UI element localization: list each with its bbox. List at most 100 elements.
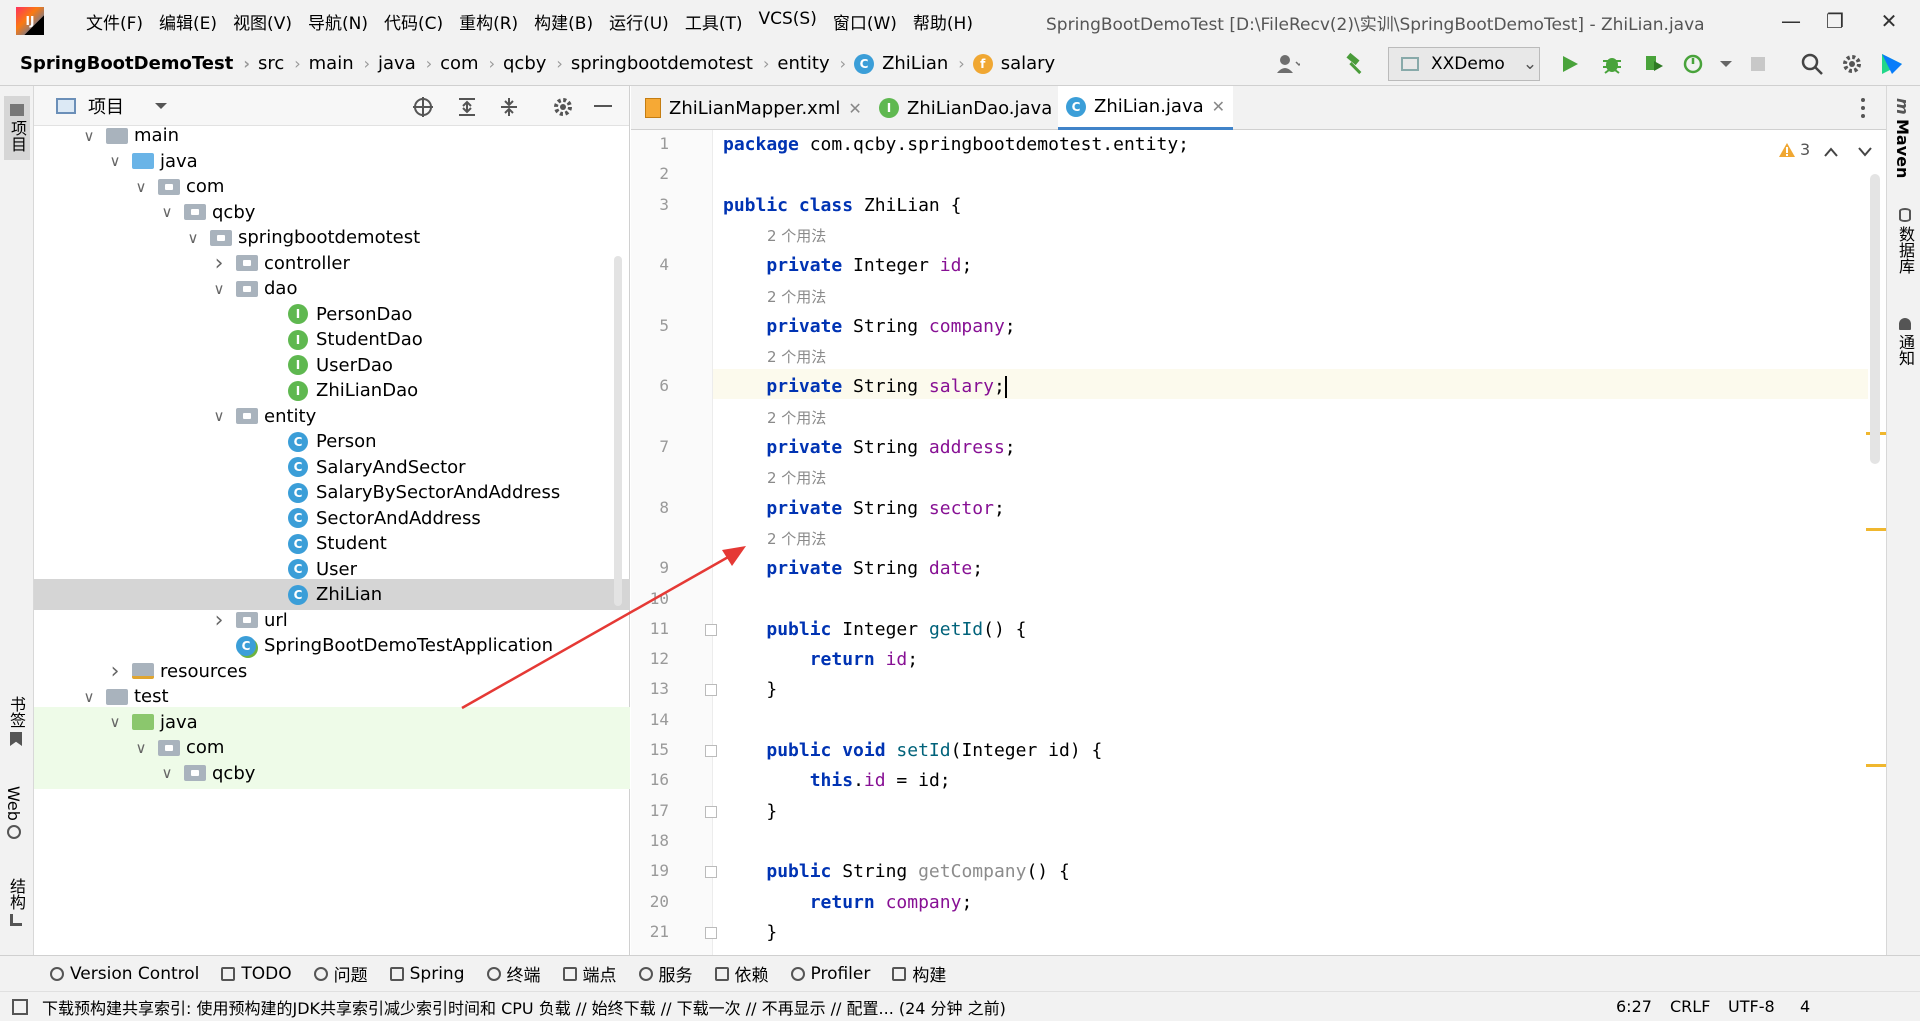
chevron-right-icon[interactable]: ›: [106, 659, 124, 684]
tool-window-button[interactable]: Profiler: [790, 964, 870, 984]
menu-item[interactable]: 帮助(H): [913, 9, 973, 34]
file-encoding[interactable]: UTF-8: [1728, 997, 1775, 1016]
chevron-down-icon[interactable]: ∨: [184, 229, 202, 247]
menu-item[interactable]: VCS(S): [758, 9, 816, 34]
menu-item[interactable]: 构建(B): [534, 9, 593, 34]
breadcrumb-item[interactable]: springbootdemotest ›: [571, 53, 778, 74]
chevron-down-icon[interactable]: ∨: [210, 407, 228, 425]
indent-setting[interactable]: 4: [1800, 997, 1810, 1016]
menu-item[interactable]: 文件(F): [86, 9, 143, 34]
close-tab-icon[interactable]: ✕: [1212, 97, 1225, 116]
more-run-chevron-icon[interactable]: [1714, 52, 1738, 76]
close-tab-icon[interactable]: ✕: [848, 99, 861, 118]
chevron-right-icon[interactable]: ›: [210, 251, 228, 276]
tab-notifications[interactable]: 通知: [1893, 318, 1917, 366]
chevron-down-icon[interactable]: ∨: [158, 203, 176, 221]
warning-marker[interactable]: [1866, 528, 1886, 531]
menu-item[interactable]: 导航(N): [308, 9, 368, 34]
code-line[interactable]: private String sector;: [723, 494, 1004, 524]
build-hammer-icon[interactable]: [1344, 52, 1368, 76]
code-line[interactable]: }: [723, 797, 777, 827]
editor-scrollbar[interactable]: [1870, 174, 1880, 464]
breadcrumb-field[interactable]: f salary: [972, 53, 1055, 74]
tool-window-button[interactable]: Version Control: [50, 964, 199, 984]
menu-item[interactable]: 窗口(W): [833, 9, 897, 34]
chevron-down-icon[interactable]: ∨: [132, 739, 150, 757]
chevron-down-icon[interactable]: ∨: [80, 127, 98, 145]
usage-hint[interactable]: 2 个用法: [767, 221, 826, 251]
code-line[interactable]: return company;: [723, 888, 973, 918]
tool-window-button[interactable]: 终端: [486, 961, 541, 986]
usage-hint[interactable]: 2 个用法: [767, 463, 826, 493]
usage-hint[interactable]: 2 个用法: [767, 282, 826, 312]
tool-window-button[interactable]: 问题: [313, 961, 368, 986]
menu-item[interactable]: 重构(R): [459, 9, 518, 34]
code-line[interactable]: package com.qcby.springbootdemotest.enti…: [723, 130, 1189, 160]
project-scrollbar[interactable]: [614, 256, 622, 606]
breadcrumb-item[interactable]: com ›: [440, 53, 503, 74]
breadcrumb-item[interactable]: src ›: [258, 53, 309, 74]
minimize-icon[interactable]: —: [1766, 4, 1816, 38]
code-line[interactable]: }: [723, 918, 777, 948]
code-editor[interactable]: package com.qcby.springbootdemotest.enti…: [713, 130, 1868, 955]
code-line[interactable]: }: [723, 675, 777, 705]
jetbrains-toolbox-icon[interactable]: [1880, 52, 1904, 76]
coverage-icon[interactable]: [1642, 52, 1666, 76]
breadcrumb-item[interactable]: java ›: [378, 53, 440, 74]
tab-bookmarks[interactable]: 书签: [4, 696, 28, 746]
tab-maven[interactable]: m Maven: [1893, 98, 1912, 178]
view-dropdown-icon[interactable]: [154, 95, 168, 116]
search-icon[interactable]: [1800, 52, 1824, 76]
breadcrumb-item[interactable]: qcby ›: [503, 53, 571, 74]
line-separator[interactable]: CRLF: [1670, 997, 1710, 1016]
chevron-down-icon[interactable]: ∨: [80, 688, 98, 706]
code-line[interactable]: private String address;: [723, 433, 1015, 463]
previous-highlight-icon[interactable]: [1824, 141, 1838, 162]
code-line[interactable]: public Integer getId() {: [723, 615, 1026, 645]
user-icon[interactable]: [1276, 52, 1300, 76]
breadcrumb-class[interactable]: C ZhiLian ›: [854, 53, 973, 74]
hide-panel-icon[interactable]: [594, 105, 612, 107]
profile-icon[interactable]: [1682, 52, 1706, 76]
code-line[interactable]: public String getCompany() {: [723, 857, 1069, 887]
tree-row[interactable]: ∨ qcby: [34, 757, 630, 789]
tab-structure[interactable]: 结构: [4, 878, 28, 926]
warning-marker[interactable]: [1866, 764, 1886, 767]
code-line[interactable]: private String salary;: [723, 372, 1007, 402]
menu-item[interactable]: 视图(V): [233, 9, 292, 34]
usage-hint[interactable]: 2 个用法: [767, 403, 826, 433]
menu-item[interactable]: 代码(C): [384, 9, 443, 34]
menu-item[interactable]: 编辑(E): [159, 9, 217, 34]
tool-window-button[interactable]: 依赖: [714, 961, 769, 986]
expand-all-icon[interactable]: [456, 96, 478, 123]
editor-tab[interactable]: IZhiLianDao.java✕: [871, 86, 1082, 130]
code-line[interactable]: private String company;: [723, 312, 1015, 342]
caret-position[interactable]: 6:27: [1616, 997, 1652, 1016]
menu-item[interactable]: 工具(T): [685, 9, 743, 34]
editor-tab[interactable]: ZhiLianMapper.xml ✕: [637, 86, 870, 130]
code-line[interactable]: private Integer id;: [723, 251, 972, 281]
run-icon[interactable]: [1558, 52, 1582, 76]
status-toggle-icon[interactable]: [12, 998, 28, 1015]
close-window-icon[interactable]: ✕: [1864, 4, 1914, 38]
editor-tab[interactable]: C ZhiLian.java ✕: [1058, 86, 1234, 130]
tool-window-button[interactable]: 服务: [638, 961, 693, 986]
breadcrumb-item[interactable]: main ›: [309, 53, 378, 74]
locate-target-icon[interactable]: [412, 96, 434, 123]
restore-icon[interactable]: ❐: [1810, 4, 1860, 38]
breadcrumb-project[interactable]: SpringBootDemoTest ›: [20, 53, 258, 74]
tool-window-button[interactable]: 构建: [892, 961, 946, 986]
tab-project[interactable]: 项目: [4, 96, 30, 160]
chevron-down-icon[interactable]: ∨: [210, 280, 228, 298]
menu-item[interactable]: 运行(U): [609, 9, 669, 34]
chevron-down-icon[interactable]: ∨: [132, 178, 150, 196]
panel-settings-gear-icon[interactable]: [552, 96, 574, 123]
warning-indicator[interactable]: 3: [1778, 140, 1810, 159]
status-message[interactable]: 下载预构建共享索引: 使用预构建的JDK共享索引减少索引时间和 CPU 负载 /…: [42, 995, 1006, 1019]
tool-window-button[interactable]: Spring: [389, 964, 465, 984]
tool-window-button[interactable]: 端点: [562, 961, 617, 986]
collapse-all-icon[interactable]: [498, 96, 520, 123]
chevron-down-icon[interactable]: ∨: [106, 152, 124, 170]
code-line[interactable]: public class ZhiLian {: [723, 191, 961, 221]
usage-hint[interactable]: 2 个用法: [767, 342, 826, 372]
